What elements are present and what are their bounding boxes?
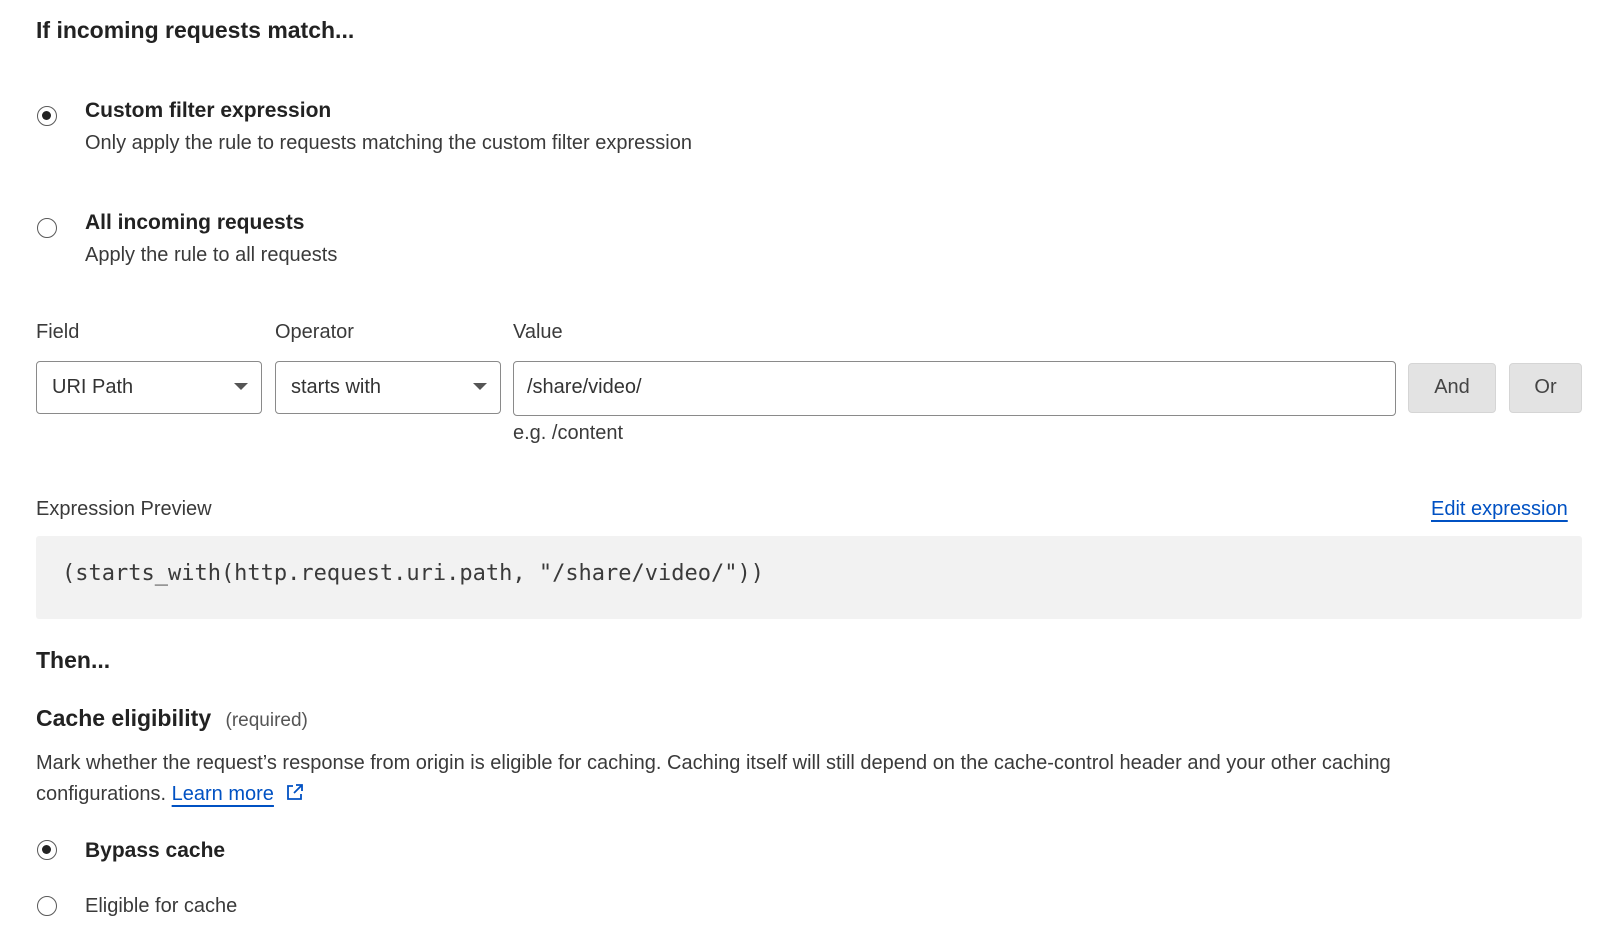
chevron-down-icon — [473, 383, 487, 390]
external-link-icon[interactable] — [285, 781, 305, 812]
operator-label: Operator — [275, 321, 354, 343]
and-button[interactable]: And — [1408, 363, 1496, 413]
all-requests-title[interactable]: All incoming requests — [85, 211, 304, 235]
all-requests-description: Apply the rule to all requests — [85, 244, 338, 266]
cache-description-line1: Mark whether the request’s response from… — [36, 752, 1391, 774]
or-button[interactable]: Or — [1509, 363, 1582, 413]
custom-filter-radio[interactable] — [37, 106, 57, 126]
cache-description-line2: configurations. Learn more — [36, 779, 1596, 812]
value-input[interactable]: /share/video/ — [513, 361, 1396, 416]
expression-preview-code: (starts_with(http.request.uri.path, "/sh… — [62, 561, 764, 586]
cache-eligibility-title: Cache eligibility (required) — [36, 705, 308, 732]
expression-preview-label: Expression Preview — [36, 498, 212, 520]
operator-select[interactable]: starts with — [275, 361, 501, 414]
cache-eligibility-description: Mark whether the request’s response from… — [36, 748, 1596, 812]
all-requests-radio[interactable] — [37, 218, 57, 238]
cache-description-line2-text: configurations. — [36, 783, 167, 805]
required-indicator: (required) — [225, 710, 308, 731]
custom-filter-description: Only apply the rule to requests matching… — [85, 132, 692, 154]
value-label: Value — [513, 321, 563, 343]
then-section-title: Then... — [36, 647, 111, 673]
edit-expression-link[interactable]: Edit expression — [1431, 498, 1568, 521]
custom-filter-title[interactable]: Custom filter expression — [85, 99, 331, 123]
bypass-cache-label[interactable]: Bypass cache — [85, 839, 225, 863]
expression-preview-box: (starts_with(http.request.uri.path, "/sh… — [36, 536, 1582, 619]
cache-eligibility-heading: Cache eligibility — [36, 705, 212, 731]
field-select[interactable]: URI Path — [36, 361, 262, 414]
eligible-cache-label[interactable]: Eligible for cache — [85, 895, 237, 918]
field-label: Field — [36, 321, 80, 343]
learn-more-link[interactable]: Learn more — [172, 783, 274, 805]
chevron-down-icon — [234, 383, 248, 390]
operator-select-value: starts with — [291, 376, 382, 398]
value-hint: e.g. /content — [513, 422, 624, 444]
eligible-cache-radio[interactable] — [37, 896, 57, 916]
bypass-cache-radio[interactable] — [37, 840, 57, 860]
field-select-value: URI Path — [52, 376, 134, 398]
match-section-title: If incoming requests match... — [36, 17, 355, 43]
